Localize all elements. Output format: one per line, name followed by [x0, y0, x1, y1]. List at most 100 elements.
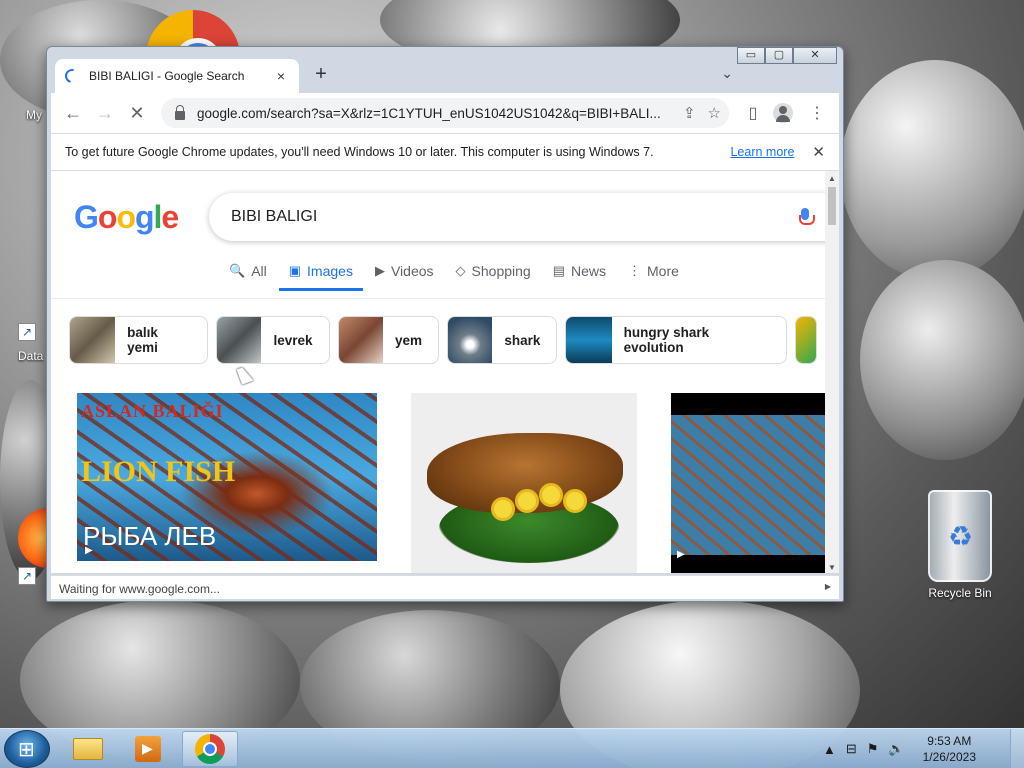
- chrome-menu-icon[interactable]: ⋮: [803, 103, 831, 123]
- search-query[interactable]: BIBI BALIGI: [231, 208, 799, 226]
- shortcut-arrow-icon: ↗: [18, 567, 36, 585]
- new-tab-button[interactable]: +: [309, 63, 333, 87]
- loading-spinner-icon: [62, 66, 82, 86]
- image-icon: ▣: [288, 263, 302, 278]
- video-icon: ▶: [374, 263, 385, 278]
- close-tab-icon[interactable]: ×: [273, 68, 289, 84]
- news-icon: ▤: [552, 263, 565, 278]
- back-button[interactable]: ←: [59, 99, 87, 127]
- scrollbar-thumb[interactable]: [828, 187, 836, 225]
- folder-icon: [73, 738, 103, 760]
- scroll-right-icon[interactable]: ▶: [825, 582, 831, 593]
- share-icon[interactable]: ⇪: [683, 104, 696, 122]
- chrome-window: ▭ ▢ ✕ BIBI BALIGI - Google Search × + ⌄ …: [46, 46, 844, 602]
- browser-toolbar: ← → ✕ google.com/search?sa=X&rlz=1C1YTUH…: [51, 93, 839, 133]
- wallpaper-shape: [840, 60, 1024, 280]
- taskbar-chrome[interactable]: [182, 731, 238, 767]
- related-chips: balık yemi levrek yem shark hungry shark…: [69, 316, 825, 364]
- desktop-icon-data[interactable]: Data: [18, 349, 43, 363]
- status-bar: Waiting for www.google.com... ▶: [51, 575, 839, 599]
- chip-thumbnail: [448, 317, 493, 363]
- learn-more-link[interactable]: Learn more: [730, 145, 794, 159]
- tab-videos[interactable]: ▶ Videos: [375, 263, 434, 291]
- profile-avatar-icon[interactable]: [773, 103, 793, 123]
- lock-icon[interactable]: [175, 104, 185, 120]
- image-lemon: [515, 489, 539, 513]
- chip-balik-yemi[interactable]: balık yemi: [69, 316, 209, 364]
- search-icon: 🔍: [229, 263, 246, 278]
- image-lemon: [539, 483, 563, 507]
- image-overlay-text: РЫБА ЛЕВ: [83, 521, 217, 551]
- show-desktop-button[interactable]: [1010, 729, 1024, 768]
- chip-thumbnail: [796, 317, 817, 363]
- scroll-up-icon[interactable]: ▲: [828, 174, 836, 183]
- google-logo[interactable]: Google: [74, 199, 179, 236]
- chip-hungry-shark-evolution[interactable]: hungry shark evolution: [565, 316, 788, 364]
- image-overlay-text: LION FISH: [81, 455, 236, 488]
- show-hidden-icons-icon[interactable]: ▲: [823, 742, 836, 757]
- tab-strip: BIBI BALIGI - Google Search × + ⌄: [51, 55, 839, 93]
- tab-title: BIBI BALIGI - Google Search: [89, 69, 245, 83]
- side-panel-icon[interactable]: ▯: [739, 103, 767, 123]
- tag-icon: ◇: [455, 263, 466, 278]
- chip-thumbnail: [217, 317, 262, 363]
- vertical-scrollbar[interactable]: ▲ ▼: [825, 171, 839, 573]
- clock[interactable]: 9:53 AM 1/26/2023: [923, 733, 976, 765]
- system-tray: ▲ ⊟ ⚑ 🔊 9:53 AM 1/26/2023: [823, 733, 976, 765]
- tabs-divider: [51, 298, 825, 299]
- tab-search-chevron-icon[interactable]: ⌄: [721, 65, 733, 82]
- microphone-icon[interactable]: [799, 208, 815, 226]
- tab-images[interactable]: ▣ Images: [278, 263, 363, 291]
- chip-levrek[interactable]: levrek: [216, 316, 330, 364]
- chip-shark[interactable]: shark: [447, 316, 558, 364]
- clock-time: 9:53 AM: [927, 734, 972, 748]
- media-player-icon: [135, 736, 161, 762]
- taskbar-media-player[interactable]: [120, 731, 176, 767]
- chip-thumbnail: [70, 317, 116, 363]
- action-center-flag-icon[interactable]: ⚑: [867, 741, 879, 757]
- video-play-icon: ▶: [85, 545, 93, 556]
- search-input[interactable]: BIBI BALIGI: [209, 193, 825, 241]
- image-lemon: [563, 489, 587, 513]
- recycle-bin-icon: [928, 490, 992, 582]
- tab-shopping[interactable]: ◇ Shopping: [456, 263, 531, 291]
- image-overlay-text: ASLAN BALIĞI: [81, 401, 224, 421]
- chip-yem[interactable]: yem: [337, 316, 440, 364]
- chip-thumbnail: [338, 317, 383, 363]
- wallpaper-shape: [860, 260, 1024, 460]
- url-text[interactable]: google.com/search?sa=X&rlz=1C1YTUH_enUS1…: [197, 106, 671, 121]
- image-thumbnail: [671, 415, 825, 555]
- address-bar[interactable]: google.com/search?sa=X&rlz=1C1YTUH_enUS1…: [161, 98, 729, 128]
- clock-date: 1/26/2023: [922, 750, 976, 764]
- bookmark-star-icon[interactable]: ☆: [708, 104, 721, 122]
- infobar-message: To get future Google Chrome updates, you…: [65, 145, 654, 159]
- chip-partial[interactable]: [795, 316, 818, 364]
- desktop-icon-recycle-bin[interactable]: Recycle Bin: [920, 490, 1000, 600]
- volume-icon[interactable]: 🔊: [888, 741, 904, 757]
- network-icon[interactable]: ⊟: [846, 741, 857, 757]
- shortcut-arrow-icon: ↗: [18, 323, 36, 341]
- scroll-down-icon[interactable]: ▼: [828, 563, 836, 572]
- page-content: Google BIBI BALIGI 🔍 All ▣ Images ▶ Videos …: [51, 171, 825, 573]
- chrome-icon: [195, 734, 225, 764]
- image-result-lionfish-video[interactable]: ▶: [671, 393, 825, 573]
- stop-loading-button[interactable]: ✕: [123, 99, 151, 127]
- tab-more[interactable]: ⋮ More: [628, 263, 679, 291]
- video-play-icon: ▶: [677, 549, 685, 560]
- status-text: Waiting for www.google.com...: [59, 582, 220, 596]
- image-result-fried-fish[interactable]: [411, 393, 637, 573]
- desktop-icon-my-computer[interactable]: My: [26, 108, 42, 122]
- tab-news[interactable]: ▤ News: [553, 263, 606, 291]
- image-lemon: [491, 497, 515, 521]
- chip-thumbnail: [566, 317, 612, 363]
- forward-button[interactable]: →: [91, 99, 119, 127]
- search-tabs: 🔍 All ▣ Images ▶ Videos ◇ Shopping ▤ News ⋮ Mo…: [229, 263, 701, 291]
- close-infobar-icon[interactable]: ✕: [812, 143, 825, 161]
- tab-google-search[interactable]: BIBI BALIGI - Google Search ×: [55, 59, 299, 93]
- tab-all[interactable]: 🔍 All: [229, 263, 267, 291]
- more-icon: ⋮: [628, 263, 642, 278]
- start-button[interactable]: [4, 730, 50, 768]
- recycle-bin-label: Recycle Bin: [928, 586, 992, 600]
- image-result-lionfish[interactable]: ASLAN BALIĞI LION FISH РЫБА ЛЕВ ▶: [77, 393, 377, 561]
- taskbar-file-explorer[interactable]: [60, 731, 116, 767]
